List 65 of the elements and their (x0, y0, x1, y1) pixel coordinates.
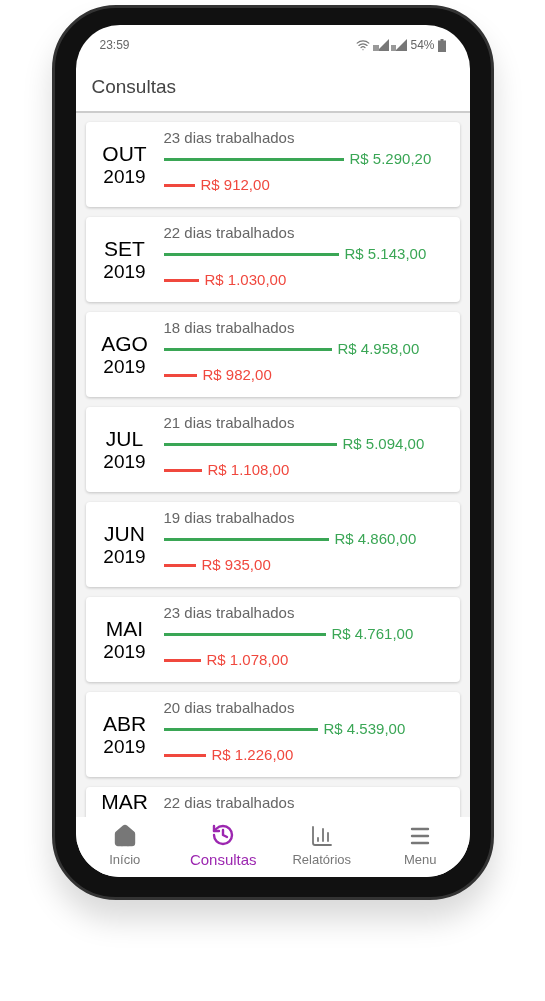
battery-percent: 54% (410, 37, 435, 54)
month-label: AGO (101, 331, 148, 356)
days-worked: 19 dias trabalhados (163, 508, 296, 528)
nav-tab[interactable]: Consultas (174, 817, 273, 877)
history-icon (211, 822, 236, 847)
expense-amount: R$ 1.030,00 (204, 269, 287, 290)
nav-tab[interactable]: Menu (371, 817, 470, 877)
month-card[interactable]: ABR 2019 20 dias trabalhados R$ 4.539,00 R$ 1.226,00 (85, 692, 460, 777)
expense-amount: R$ 935,00 (201, 554, 271, 575)
days-worked: 22 dias trabalhados (163, 223, 296, 243)
month-card[interactable]: AGO 2019 18 dias trabalhados R$ 4.958,00 R$ 982,00 (85, 312, 460, 397)
year-label: 2019 (103, 545, 146, 568)
month-card[interactable]: OUT 2019 23 dias trabalhados R$ 5.290,20 R$ 912,00 (85, 122, 460, 207)
battery-icon (437, 38, 446, 52)
page-title: Consultas (91, 74, 176, 99)
year-label: 2019 (103, 260, 146, 283)
expense-amount: R$ 912,00 (200, 174, 270, 195)
days-worked: 21 dias trabalhados (163, 413, 296, 433)
expense-amount: R$ 1.078,00 (206, 649, 289, 670)
month-card[interactable]: SET 2019 22 dias trabalhados R$ 5.143,00 R$ 1.030,00 (85, 217, 460, 302)
month-card[interactable]: MAI 2019 23 dias trabalhados R$ 4.761,00 R$ 1.078,00 (85, 597, 460, 682)
income-amount: R$ 4.539,00 (323, 718, 406, 739)
amount-bar (163, 373, 197, 377)
expense-amount: R$ 1.226,00 (211, 744, 294, 765)
amount-bar (163, 278, 199, 282)
income-amount: R$ 5.290,20 (349, 148, 432, 169)
year-label: 2019 (103, 355, 146, 378)
month-card[interactable]: JUN 2019 19 dias trabalhados R$ 4.860,00 R$ 935,00 (85, 502, 460, 587)
days-worked: 23 dias trabalhados (163, 128, 296, 148)
year-label: 2019 (103, 450, 146, 473)
month-card[interactable]: JUL 2019 21 dias trabalhados R$ 5.094,00 R$ 1.108,00 (85, 407, 460, 492)
amount-bar (163, 563, 196, 567)
month-label: JUN (104, 521, 145, 546)
days-worked: 18 dias trabalhados (163, 318, 296, 338)
amount-bar (163, 183, 195, 187)
amount-bar (163, 468, 202, 472)
days-worked: 20 dias trabalhados (163, 698, 296, 718)
wifi-icon (356, 38, 371, 52)
expense-amount: R$ 982,00 (202, 364, 272, 385)
bar-chart-icon (309, 824, 334, 849)
month-card[interactable]: MAR 22 dias trabalhados (85, 787, 460, 817)
days-worked: 23 dias trabalhados (163, 603, 296, 623)
signal-icon (373, 39, 408, 51)
income-amount: R$ 5.094,00 (342, 433, 425, 454)
income-amount: R$ 5.143,00 (344, 243, 427, 264)
month-label: SET (104, 236, 145, 261)
home-icon (112, 824, 137, 849)
month-label: OUT (102, 141, 147, 166)
status-time: 23:59 (99, 37, 130, 54)
expense-amount: R$ 1.108,00 (207, 459, 290, 480)
income-amount: R$ 4.958,00 (337, 338, 420, 359)
nav-tab[interactable]: Início (75, 817, 174, 877)
amount-bar (163, 753, 206, 757)
year-label: 2019 (103, 165, 146, 188)
year-label: 2019 (103, 735, 146, 758)
month-label: JUL (105, 426, 144, 451)
days-worked: 22 dias trabalhados (163, 793, 295, 813)
income-amount: R$ 4.761,00 (331, 623, 414, 644)
amount-bar (163, 658, 201, 662)
month-label: ABR (102, 711, 147, 736)
month-label: MAR (101, 790, 148, 814)
month-label: MAI (105, 616, 144, 641)
nav-tab[interactable]: Relatórios (272, 817, 371, 877)
income-amount: R$ 4.860,00 (334, 528, 417, 549)
year-label: 2019 (103, 640, 146, 663)
